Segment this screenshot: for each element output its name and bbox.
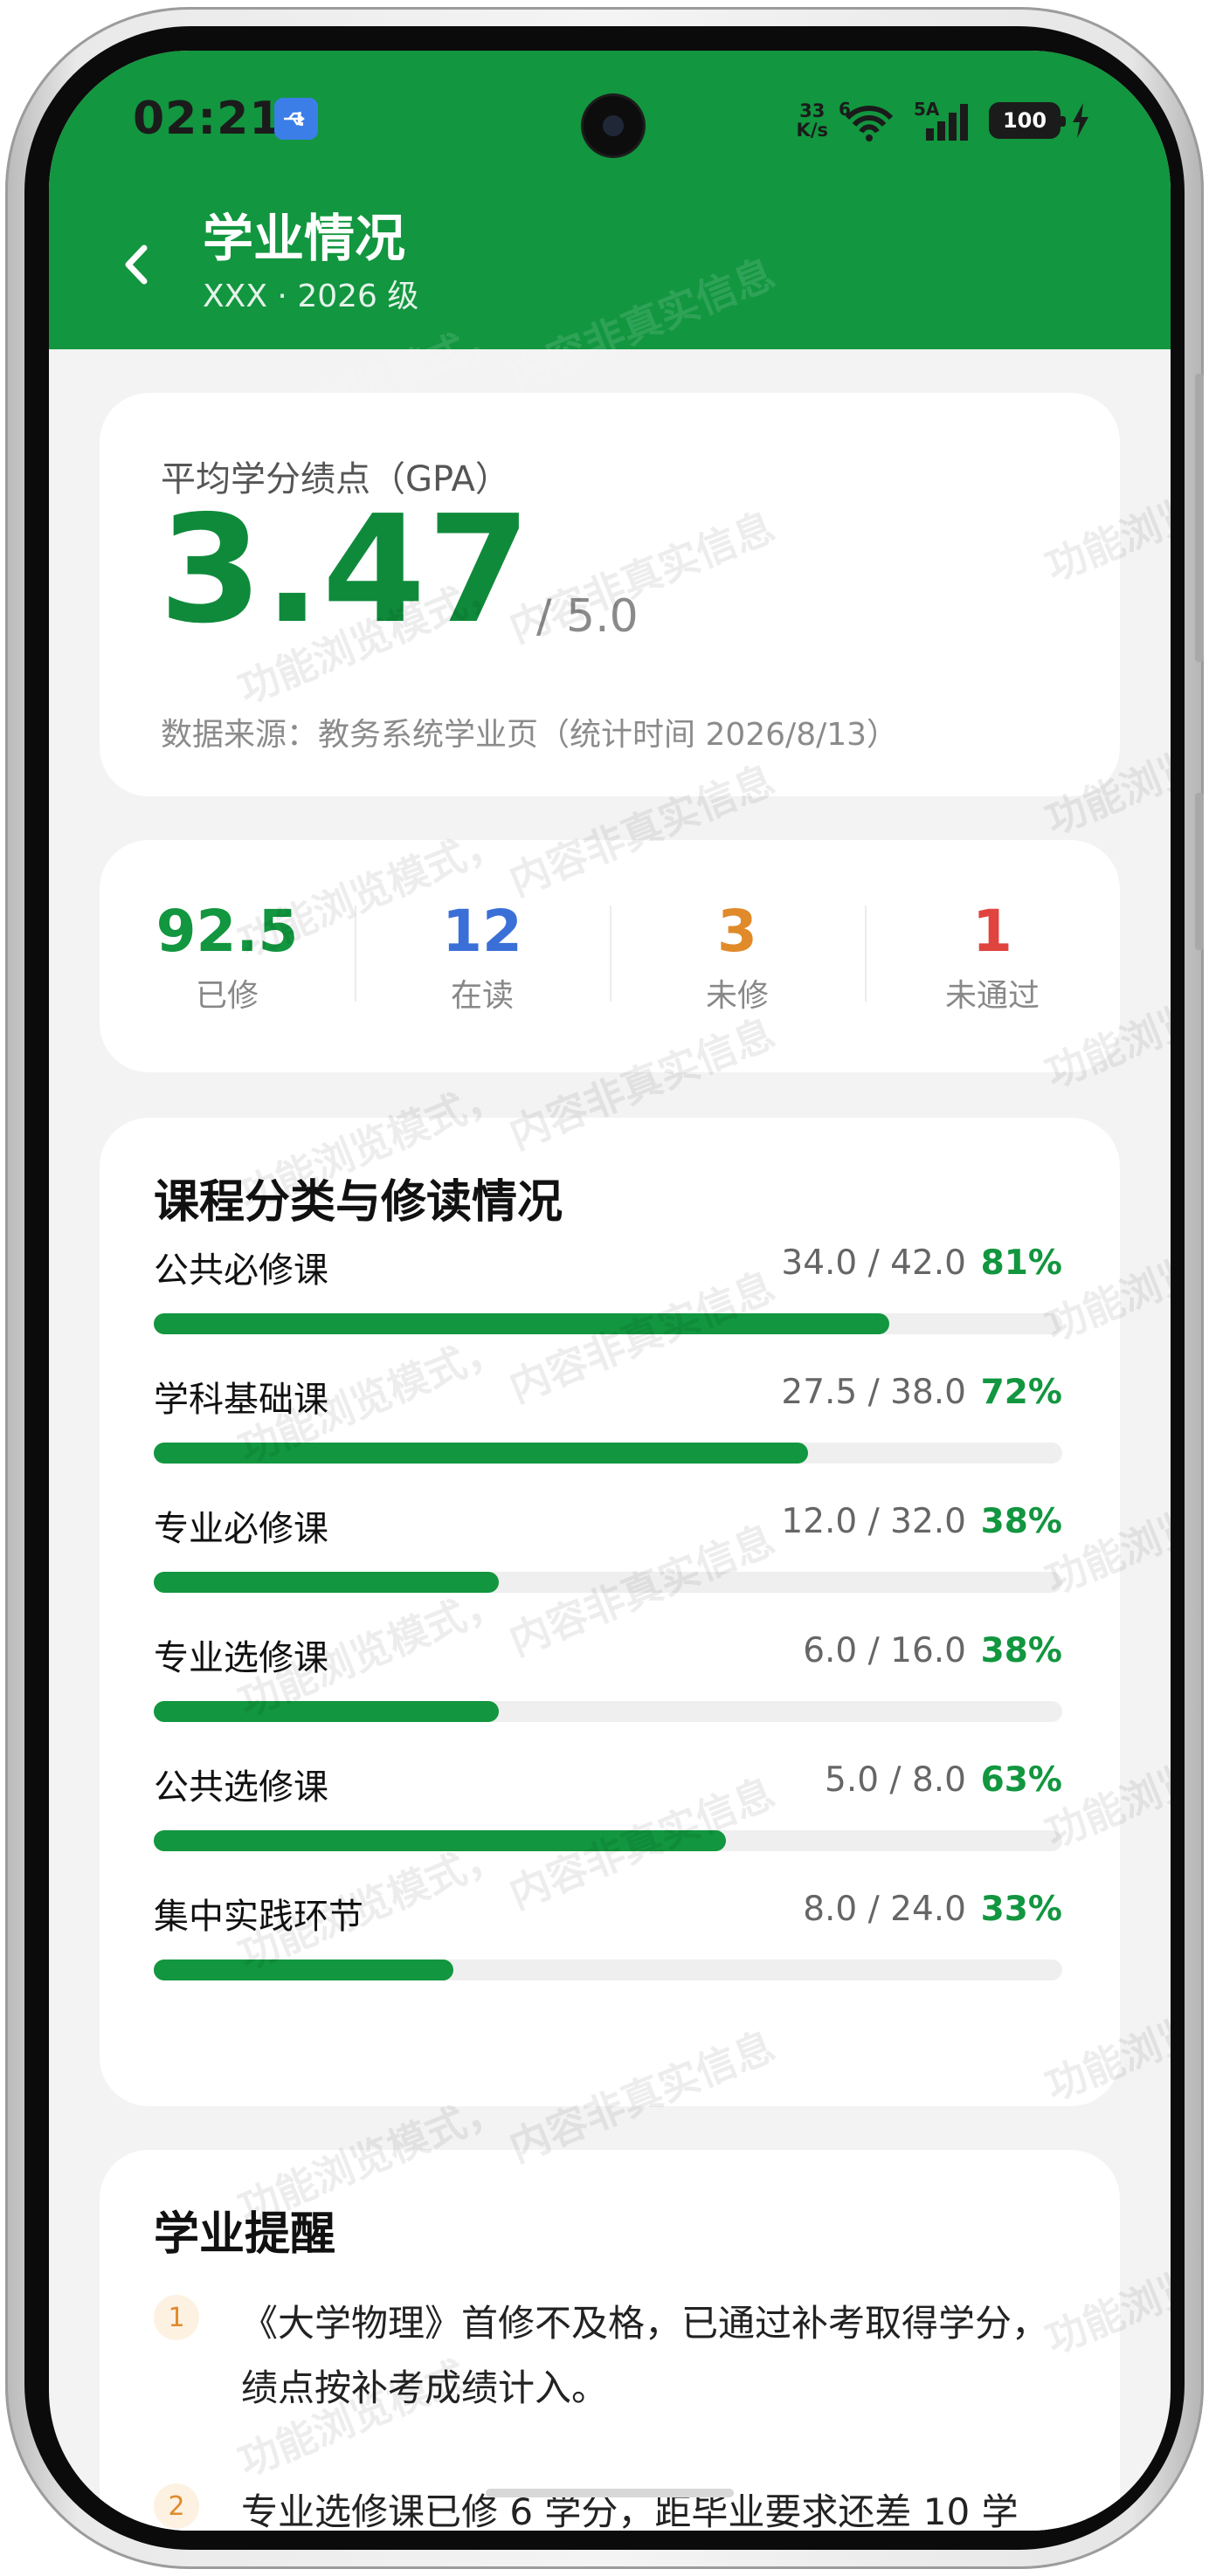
power-button	[1195, 793, 1204, 950]
course-credits: 12.0 / 32.0	[781, 1502, 966, 1541]
cellular-signal-icon: 5A	[914, 99, 978, 142]
progress-track	[154, 1572, 1062, 1593]
progress-fill	[154, 1313, 890, 1334]
course-percent: 63%	[980, 1760, 1062, 1800]
reminder-text: 专业选修课已修 6 学分，距毕业要求还差 10 学分，建议下学期至少选修 3 门…	[241, 2490, 1019, 2531]
course-percent: 72%	[980, 1373, 1062, 1412]
gpa-card: 平均学分绩点（GPA） 3.47 / 5.0 数据来源：教务系统学业页（统计时间…	[100, 393, 1120, 796]
page-title: 学业情况	[203, 209, 406, 268]
status-icons: 33 K/s 6 5A 100	[797, 96, 1090, 145]
progress-track	[154, 1701, 1062, 1722]
course-credits: 8.0 / 24.0	[803, 1890, 966, 1929]
stat-not-taken: 3 未修	[610, 897, 865, 1016]
wifi-icon: 6	[839, 99, 903, 142]
course-row: 专业必修课 12.0 / 32.0 38%	[154, 1500, 1062, 1614]
course-credits: 34.0 / 42.0	[781, 1243, 966, 1283]
stat-completed: 92.5 已修	[100, 897, 355, 1016]
reminder-number: 2	[154, 2483, 199, 2529]
section-title-courses: 课程分类与修读情况	[154, 1176, 563, 1229]
progress-track	[154, 1960, 1062, 1980]
battery-level: 100	[1002, 108, 1047, 133]
course-categories-card: 课程分类与修读情况 公共必修课 34.0 / 42.0 81% 学科基础课 27…	[100, 1118, 1120, 2106]
stat-failed: 1 未通过	[865, 897, 1120, 1016]
stat-value: 12	[442, 898, 522, 965]
screen: 02:21 33 K/s 6 5A 100 学业情况 XXX · 2026 级 …	[49, 51, 1171, 2531]
stat-value: 3	[717, 898, 757, 965]
gpa-source: 数据来源：教务系统学业页（统计时间 2026/8/13）	[161, 717, 899, 753]
stat-label: 未通过	[944, 978, 1040, 1014]
course-name: 专业选修课	[154, 1638, 328, 1678]
gpa-value: 3.47	[159, 484, 533, 657]
progress-fill	[154, 1830, 727, 1851]
app-header: 02:21 33 K/s 6 5A 100 学业情况 XXX · 2026 级	[49, 51, 1171, 349]
chevron-left-icon	[125, 245, 148, 285]
progress-track	[154, 1443, 1062, 1464]
stat-label: 已修	[195, 978, 259, 1014]
stat-value: 92.5	[155, 898, 299, 965]
phone-frame: 02:21 33 K/s 6 5A 100 学业情况 XXX · 2026 级 …	[5, 7, 1204, 2569]
course-percent: 81%	[980, 1243, 1062, 1283]
net-speed-unit: K/s	[796, 120, 828, 141]
reminder-number: 1	[154, 2295, 199, 2340]
progress-fill	[154, 1572, 500, 1593]
charging-bolt-icon	[1073, 103, 1088, 138]
page-subtitle: XXX · 2026 级	[203, 279, 419, 314]
course-name: 学科基础课	[154, 1380, 328, 1420]
progress-fill	[154, 1701, 500, 1722]
course-credits: 6.0 / 16.0	[803, 1631, 966, 1670]
course-percent: 38%	[980, 1502, 1062, 1541]
gpa-max: / 5.0	[536, 590, 639, 643]
course-row: 公共必修课 34.0 / 42.0 81%	[154, 1242, 1062, 1355]
course-credits: 27.5 / 38.0	[781, 1373, 966, 1412]
battery-icon: 100	[989, 102, 1066, 139]
stat-in-progress: 12 在读	[355, 897, 610, 1016]
stat-value: 1	[972, 898, 1012, 965]
stat-label: 在读	[450, 978, 514, 1014]
course-credits: 5.0 / 8.0	[825, 1760, 966, 1800]
stat-label: 未修	[705, 978, 769, 1014]
status-time: 02:21	[133, 93, 282, 145]
progress-track	[154, 1313, 1062, 1334]
progress-fill	[154, 1443, 808, 1464]
course-row: 公共选修课 5.0 / 8.0 63%	[154, 1759, 1062, 1872]
credit-stats-card: 92.5 已修 12 在读 3 未修 1 未通过	[100, 840, 1120, 1072]
course-row: 专业选修课 6.0 / 16.0 38%	[154, 1629, 1062, 1743]
course-name: 公共选修课	[154, 1767, 328, 1808]
progress-fill	[154, 1960, 454, 1980]
course-row: 学科基础课 27.5 / 38.0 72%	[154, 1371, 1062, 1484]
course-row: 集中实践环节 8.0 / 24.0 33%	[154, 1888, 1062, 2001]
course-percent: 38%	[980, 1631, 1062, 1670]
section-title-reminders: 学业提醒	[154, 2208, 336, 2261]
front-camera	[584, 96, 643, 155]
usb-icon	[274, 98, 318, 140]
back-button[interactable]	[110, 234, 162, 295]
academic-reminders-card: 学业提醒 1 《大学物理》首修不及格，已通过补考取得学分，绩点按补考成绩计入。 …	[100, 2150, 1120, 2531]
net-speed-value: 33	[799, 100, 826, 121]
reminder-text: 《大学物理》首修不及格，已通过补考取得学分，绩点按补考成绩计入。	[241, 2302, 1049, 2409]
course-percent: 33%	[980, 1890, 1062, 1929]
volume-button	[1195, 374, 1204, 662]
course-name: 集中实践环节	[154, 1897, 363, 1937]
course-name: 公共必修课	[154, 1250, 328, 1291]
course-name: 专业必修课	[154, 1509, 328, 1549]
home-indicator[interactable]	[486, 2489, 734, 2497]
net-speed: 33 K/s	[797, 101, 828, 140]
progress-track	[154, 1830, 1062, 1851]
